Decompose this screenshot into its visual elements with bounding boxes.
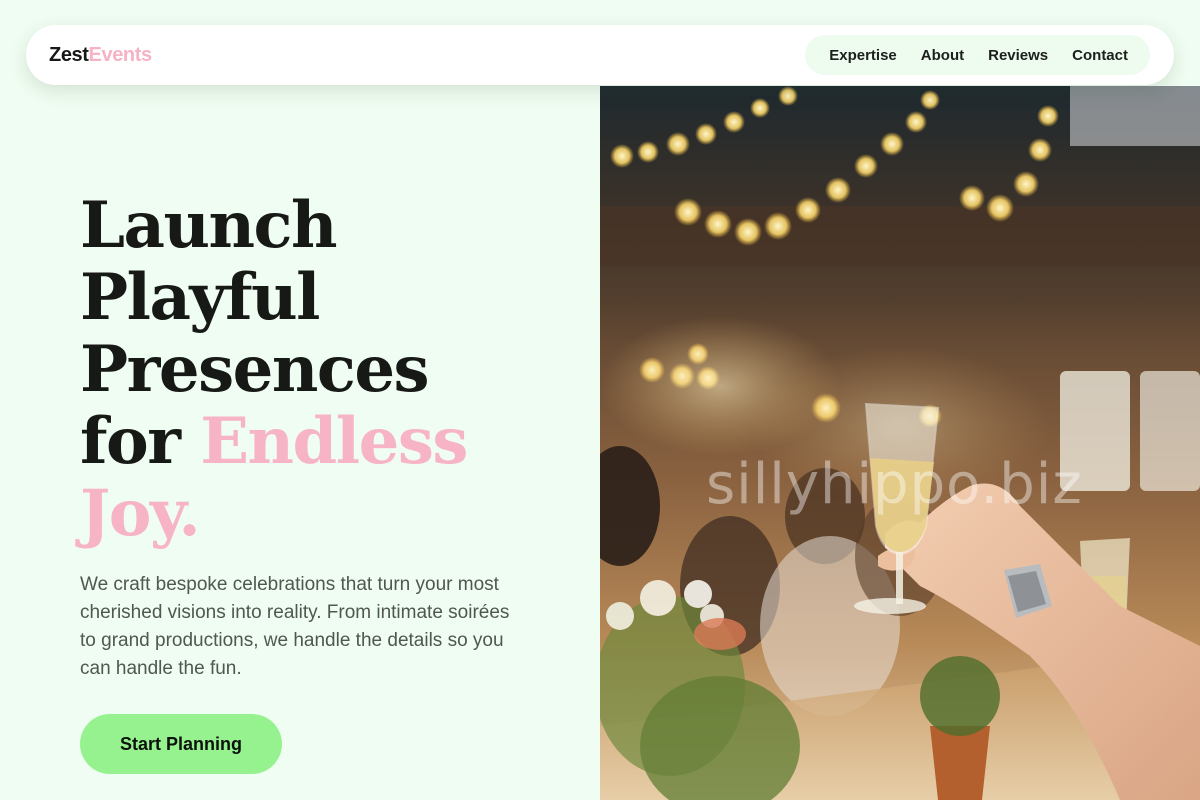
hero-title-line: for	[80, 404, 181, 479]
celebration-photo-illustration	[600, 86, 1200, 800]
start-planning-button[interactable]: Start Planning	[80, 714, 282, 774]
logo-word-zest: Zest	[49, 43, 89, 66]
logo-word-events: Events	[88, 43, 153, 66]
nav-link-reviews[interactable]: Reviews	[988, 47, 1048, 64]
hero-title-line: Presences	[80, 332, 430, 407]
site-logo[interactable]: ZestEvents	[49, 44, 152, 67]
nav-link-contact[interactable]: Contact	[1072, 47, 1128, 64]
main-nav: Expertise About Reviews Contact	[805, 35, 1150, 75]
site-header: ZestEvents Expertise About Reviews Conta…	[26, 25, 1174, 85]
hero-image: sillyhippo.biz	[600, 86, 1200, 800]
hero-title-line: Launch	[80, 188, 338, 263]
hero-title-accent: Endless	[200, 404, 468, 479]
hero-title-line: Playful	[80, 260, 320, 335]
nav-link-about[interactable]: About	[921, 47, 964, 64]
nav-link-expertise[interactable]: Expertise	[829, 47, 897, 64]
hero-description: We craft bespoke celebrations that turn …	[80, 574, 510, 679]
hero-title: Launch Playful Presences for Endless Joy…	[80, 190, 580, 550]
image-watermark: sillyhippo.biz	[706, 452, 1083, 517]
hero-title-accent: Joy.	[80, 476, 201, 551]
